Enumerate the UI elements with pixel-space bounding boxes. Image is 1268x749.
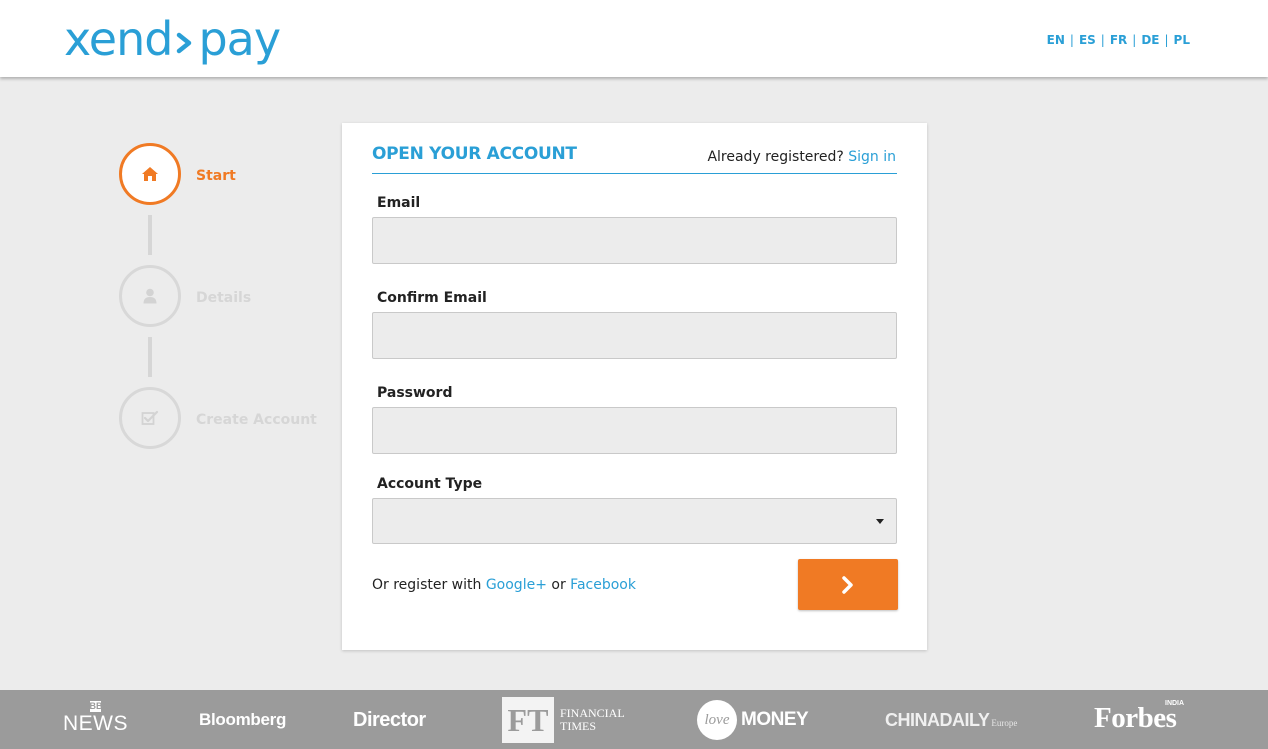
account-type-select[interactable] bbox=[372, 498, 897, 544]
lang-fr-link[interactable]: FR bbox=[1110, 33, 1127, 47]
lang-en-link[interactable]: EN bbox=[1047, 33, 1065, 47]
forbes-text: Forbes bbox=[1094, 702, 1177, 734]
love-money-text: MONEY bbox=[741, 709, 809, 730]
ft-line2: TIMES bbox=[560, 719, 596, 733]
step-connector bbox=[148, 337, 152, 377]
title-divider bbox=[372, 173, 897, 174]
user-icon bbox=[143, 288, 157, 304]
step-start-label: Start bbox=[196, 168, 236, 184]
check-square-icon bbox=[141, 410, 159, 425]
bbc-news-text: NEWS bbox=[63, 712, 128, 735]
logo-text-right: pay bbox=[198, 12, 281, 66]
bloomberg-logo: Bloomberg bbox=[199, 710, 287, 729]
lang-pl-link[interactable]: PL bbox=[1174, 33, 1190, 47]
china-daily-sub: Europe bbox=[991, 718, 1018, 728]
step-details-label: Details bbox=[196, 290, 252, 306]
already-registered-text: Already registered? bbox=[707, 149, 844, 165]
language-switcher: EN | ES | FR | DE | PL bbox=[1047, 33, 1190, 47]
bbc-news-logo: BBC NEWS bbox=[63, 701, 131, 736]
step-start-circle bbox=[119, 143, 181, 205]
registration-card: OPEN YOUR ACCOUNT Already registered? Si… bbox=[342, 123, 927, 650]
sign-in-link[interactable]: Sign in bbox=[848, 149, 896, 165]
china-daily-text: CHINADAILY bbox=[885, 710, 990, 730]
email-label: Email bbox=[377, 195, 421, 211]
ft-mark: FT bbox=[502, 697, 554, 743]
form-title: OPEN YOUR ACCOUNT bbox=[372, 144, 577, 164]
social-register: Or register with Google+ or Facebook bbox=[372, 577, 636, 593]
password-input[interactable] bbox=[372, 407, 897, 454]
lang-separator: | bbox=[1069, 33, 1074, 47]
facebook-register-link[interactable]: Facebook bbox=[570, 577, 636, 593]
lang-de-link[interactable]: DE bbox=[1141, 33, 1159, 47]
step-details-circle bbox=[119, 265, 181, 327]
chevron-right-icon bbox=[842, 575, 853, 594]
press-logos-bar: BBC NEWS Bloomberg Director FT FINANCIAL… bbox=[0, 690, 1268, 749]
top-header: xend pay EN | ES | FR | DE | PL bbox=[0, 0, 1268, 77]
director-logo: Director bbox=[353, 709, 426, 731]
or-text: or bbox=[551, 577, 566, 593]
already-registered: Already registered? Sign in bbox=[707, 149, 896, 165]
logo-chevron-icon bbox=[177, 32, 192, 53]
bbc-block-text: BBC bbox=[89, 701, 109, 712]
email-input[interactable] bbox=[372, 217, 897, 264]
confirm-email-input[interactable] bbox=[372, 312, 897, 359]
or-register-text: Or register with bbox=[372, 577, 482, 593]
bbc-blocks: BBC bbox=[59, 701, 131, 712]
google-register-link[interactable]: Google+ bbox=[486, 577, 547, 593]
dropdown-caret-icon bbox=[876, 519, 884, 524]
china-daily-logo: CHINADAILY Europe bbox=[885, 710, 1017, 731]
logo-text-left: xend bbox=[64, 12, 173, 66]
confirm-email-label: Confirm Email bbox=[377, 290, 487, 306]
step-create-account-label: Create Account bbox=[196, 412, 317, 428]
next-button[interactable] bbox=[798, 559, 898, 610]
love-mark: love bbox=[697, 700, 737, 740]
step-create-account-circle bbox=[119, 387, 181, 449]
lang-separator: | bbox=[1132, 33, 1137, 47]
step-connector bbox=[148, 215, 152, 255]
lang-separator: | bbox=[1164, 33, 1169, 47]
xendpay-logo[interactable]: xend pay bbox=[64, 12, 281, 66]
account-type-label: Account Type bbox=[377, 476, 483, 492]
lang-es-link[interactable]: ES bbox=[1079, 33, 1096, 47]
lang-separator: | bbox=[1100, 33, 1105, 47]
home-icon bbox=[142, 167, 158, 181]
forbes-logo: INDIA Forbes bbox=[1094, 700, 1194, 740]
password-label: Password bbox=[377, 385, 453, 401]
